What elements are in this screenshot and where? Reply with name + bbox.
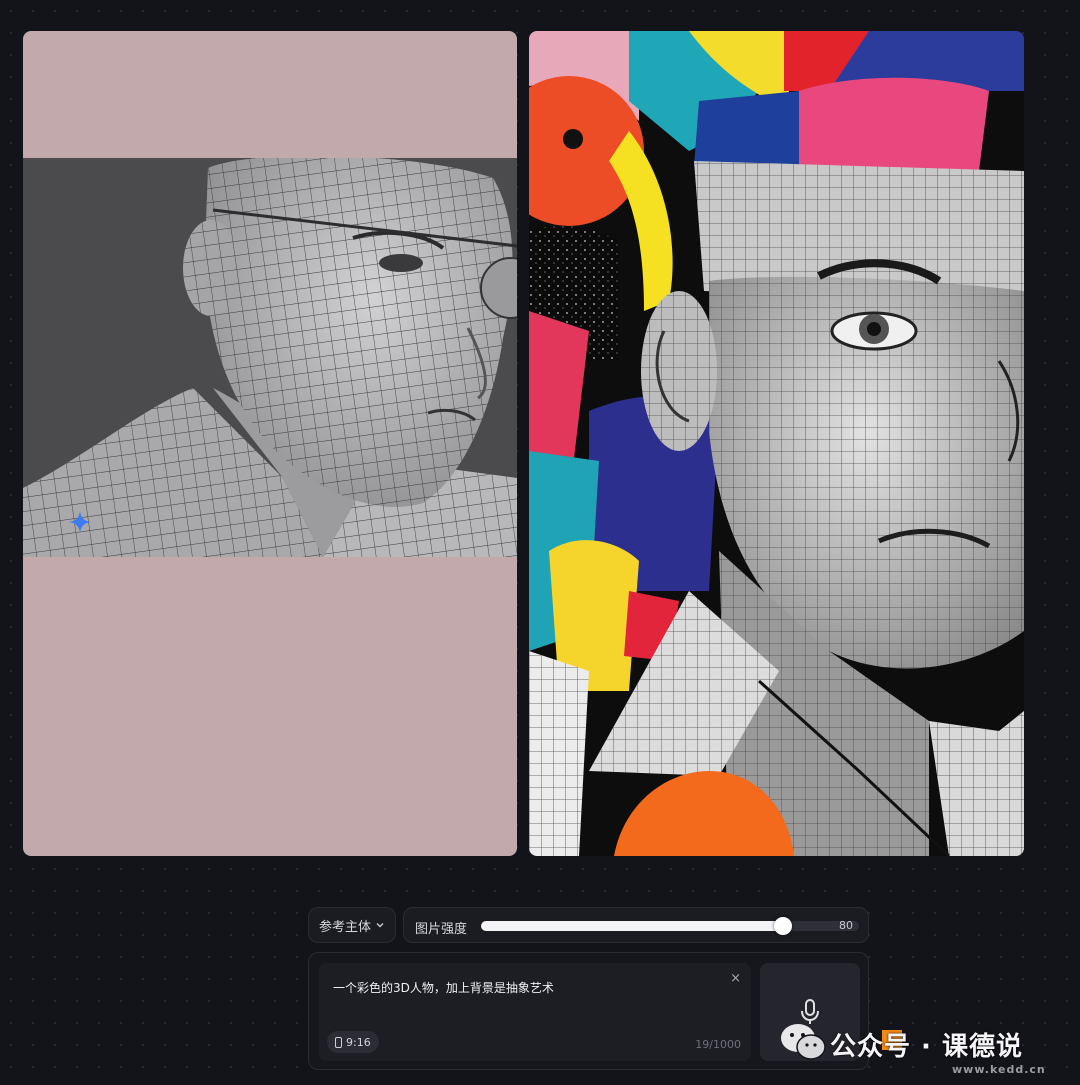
reference-subject-dropdown[interactable]: 参考主体 — [308, 907, 396, 943]
image-strength-label: 图片强度 — [415, 922, 468, 937]
prompt-text: 一个彩色的3D人物，加上背景是抽象艺术 — [333, 981, 554, 995]
generated-image — [529, 31, 1024, 856]
character-counter: 19/1000 — [695, 1038, 741, 1051]
reference-image-panel[interactable] — [23, 31, 517, 856]
reference-image — [23, 158, 517, 557]
aspect-ratio-label: 9:16 — [346, 1035, 371, 1049]
prompt-input[interactable]: 一个彩色的3D人物，加上背景是抽象艺术 × 9:16 19/1000 — [319, 963, 751, 1061]
wechat-icon — [781, 1024, 826, 1060]
image-strength-control: 图片强度 80 — [403, 907, 869, 943]
image-strength-slider-handle[interactable] — [774, 917, 793, 935]
image-strength-slider[interactable]: 80 — [481, 917, 859, 935]
image-strength-value: 80 — [839, 919, 853, 932]
chevron-down-icon — [376, 923, 384, 928]
clear-prompt-button[interactable]: × — [730, 971, 741, 986]
image-strength-slider-fill — [481, 921, 784, 931]
watermark-text: 公众号 · 课德说 — [830, 1032, 1023, 1062]
reference-subject-label: 参考主体 — [318, 919, 371, 935]
generated-image-panel[interactable] — [529, 31, 1024, 856]
watermark: 公众号 · 课德说 www.kedd.cn — [780, 1022, 1080, 1085]
phone-portrait-icon — [335, 1036, 342, 1048]
sparkle-icon — [69, 511, 91, 533]
watermark-site: www.kedd.cn — [952, 1063, 1046, 1076]
aspect-ratio-button[interactable]: 9:16 — [327, 1031, 379, 1053]
